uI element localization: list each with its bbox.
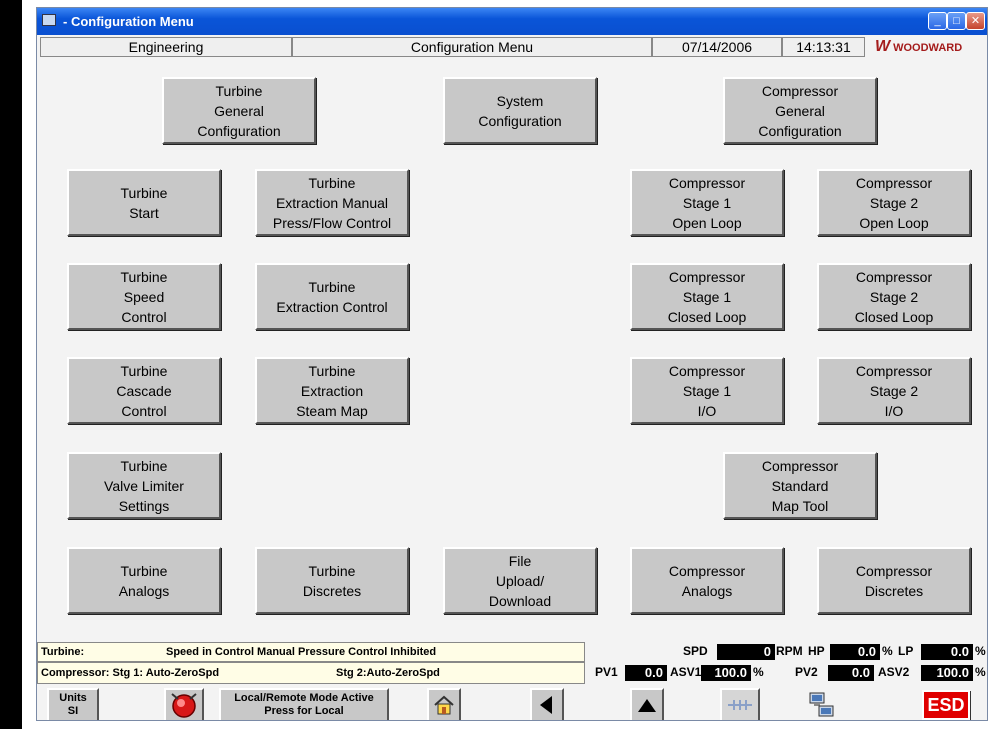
system-config-button[interactable]: System Configuration <box>443 77 597 144</box>
title-bar: - Configuration Menu _ □ ✕ <box>37 8 987 35</box>
spd-label: SPD <box>683 644 708 658</box>
turbine-extraction-manual-button[interactable]: Turbine Extraction Manual Press/Flow Con… <box>255 169 409 236</box>
bottom-toolbar: Units SI Local/Remote Mode Active Press … <box>37 686 987 720</box>
spd-unit: RPM <box>776 644 803 658</box>
turbine-status-label: Turbine: <box>41 646 85 658</box>
compressor-stage2-status: Stg 2:Auto-ZeroSpd <box>336 667 440 679</box>
woodward-mark-icon: W <box>875 38 891 55</box>
left-black-bar <box>0 0 22 729</box>
compressor-stage1-closed-loop-button[interactable]: Compressor Stage 1 Closed Loop <box>630 263 784 330</box>
units-button[interactable]: Units SI <box>47 688 99 720</box>
network-icon <box>728 700 752 710</box>
hp-value: 0.0 <box>830 644 880 660</box>
units-label: Units <box>59 692 87 704</box>
hp-unit: % <box>882 644 893 658</box>
header-bar: Engineering Configuration Menu 07/14/200… <box>37 36 987 58</box>
brand-name: WOODWARD <box>893 42 963 54</box>
compressor-status: Compressor: Stg 1: Auto-ZeroSpd Stg 2:Au… <box>37 662 585 684</box>
local-remote-line2: Press for Local <box>264 705 344 717</box>
asv2-label: ASV2 <box>878 665 910 679</box>
esd-button[interactable]: ESD <box>922 690 970 720</box>
home-icon <box>434 695 454 715</box>
turbine-extraction-steam-map-button[interactable]: Turbine Extraction Steam Map <box>255 357 409 424</box>
local-remote-button[interactable]: Local/Remote Mode Active Press for Local <box>219 688 389 720</box>
left-arrow-icon <box>540 696 552 714</box>
pv1-label: PV1 <box>595 665 618 679</box>
minimize-button[interactable]: _ <box>928 12 947 30</box>
turbine-speed-control-button[interactable]: Turbine Speed Control <box>67 263 221 330</box>
asv2-value: 100.0 <box>921 665 973 681</box>
turbine-status-text: Speed in Control Manual Pressure Control… <box>166 646 437 658</box>
window-title: - Configuration Menu <box>63 14 194 29</box>
lp-value: 0.0 <box>921 644 973 660</box>
configuration-window: - Configuration Menu _ □ ✕ Engineering C… <box>36 7 988 721</box>
compressor-analogs-button[interactable]: Compressor Analogs <box>630 547 784 614</box>
pv2-value: 0.0 <box>828 665 874 681</box>
turbine-extraction-control-button[interactable]: Turbine Extraction Control <box>255 263 409 330</box>
back-button[interactable] <box>530 688 564 720</box>
turbine-valve-limiter-button[interactable]: Turbine Valve Limiter Settings <box>67 452 221 519</box>
woodward-logo: W WOODWARD <box>875 37 962 57</box>
screen-title: Configuration Menu <box>292 37 652 57</box>
app-icon <box>42 14 56 26</box>
compressor-stage2-io-button[interactable]: Compressor Stage 2 I/O <box>817 357 971 424</box>
compressor-general-config-button[interactable]: Compressor General Configuration <box>723 77 877 144</box>
turbine-start-button[interactable]: Turbine Start <box>67 169 221 236</box>
asv2-unit: % <box>975 665 986 679</box>
date-display: 07/14/2006 <box>652 37 782 57</box>
alarm-horn-button[interactable] <box>164 688 204 720</box>
compressor-stage1-io-button[interactable]: Compressor Stage 1 I/O <box>630 357 784 424</box>
turbine-general-config-button[interactable]: Turbine General Configuration <box>162 77 316 144</box>
lp-unit: % <box>975 644 986 658</box>
computer-network-icon[interactable] <box>807 690 837 720</box>
compressor-status-label: Compressor: Stg 1: Auto-ZeroSpd <box>41 667 220 679</box>
file-upload-download-button[interactable]: File Upload/ Download <box>443 547 597 614</box>
compressor-stage2-open-loop-button[interactable]: Compressor Stage 2 Open Loop <box>817 169 971 236</box>
compressor-map-tool-button[interactable]: Compressor Standard Map Tool <box>723 452 877 519</box>
network-button[interactable] <box>720 688 760 720</box>
turbine-analogs-button[interactable]: Turbine Analogs <box>67 547 221 614</box>
turbine-status: Turbine: Speed in Control Manual Pressur… <box>37 642 585 662</box>
up-button[interactable] <box>630 688 664 720</box>
lp-label: LP <box>898 644 914 658</box>
time-display: 14:13:31 <box>782 37 865 57</box>
up-arrow-icon <box>638 699 656 712</box>
alarm-horn-icon <box>171 693 197 718</box>
asv1-unit: % <box>753 665 764 679</box>
home-button[interactable] <box>427 688 461 720</box>
compressor-discretes-button[interactable]: Compressor Discretes <box>817 547 971 614</box>
spd-value: 0 <box>717 644 775 660</box>
asv1-value: 100.0 <box>701 665 751 681</box>
units-value: SI <box>67 705 79 717</box>
maximize-button[interactable]: □ <box>947 12 966 30</box>
pv2-label: PV2 <box>795 665 818 679</box>
close-button[interactable]: ✕ <box>966 12 985 30</box>
compressor-stage2-closed-loop-button[interactable]: Compressor Stage 2 Closed Loop <box>817 263 971 330</box>
local-remote-line1: Local/Remote Mode Active <box>234 692 374 704</box>
compressor-stage1-open-loop-button[interactable]: Compressor Stage 1 Open Loop <box>630 169 784 236</box>
mode-indicator: Engineering <box>40 37 292 57</box>
turbine-discretes-button[interactable]: Turbine Discretes <box>255 547 409 614</box>
hp-label: HP <box>808 644 825 658</box>
turbine-cascade-control-button[interactable]: Turbine Cascade Control <box>67 357 221 424</box>
asv1-label: ASV1 <box>670 665 702 679</box>
pv1-value: 0.0 <box>625 665 667 681</box>
